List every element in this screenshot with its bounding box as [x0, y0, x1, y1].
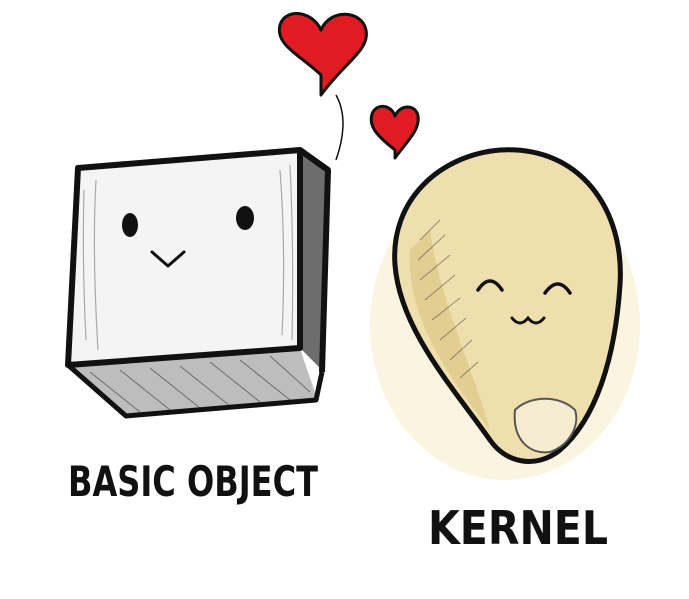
cube-left-eye	[122, 213, 138, 237]
cube-right-eye	[236, 206, 254, 230]
basic-object-label: BASIC OBJECT	[68, 457, 318, 506]
basic-object-cube	[65, 147, 331, 419]
illustration: BASIC OBJECT KERNEL	[65, 12, 640, 555]
big-heart-icon	[277, 12, 368, 161]
kernel-label: KERNEL	[428, 501, 608, 555]
cube-front-face	[65, 147, 303, 368]
kernel-character	[370, 147, 640, 480]
small-heart-icon	[369, 104, 420, 160]
